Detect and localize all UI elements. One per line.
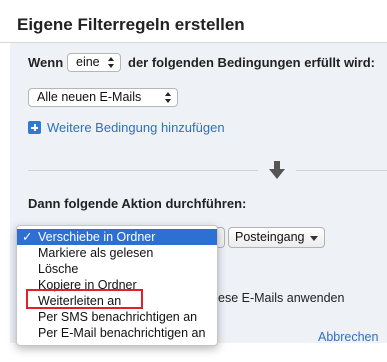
menu-item-email[interactable]: Per E-Mail benachrichtigen an [17,325,217,341]
message-select-value: Alle neuen E-Mails [37,90,142,104]
condition-prefix: Wenn [28,55,64,70]
separator-right [296,170,387,171]
separator-left [28,170,258,171]
menu-item-label: Markiere als gelesen [38,246,154,260]
stepper-icon [165,92,172,103]
folder-dropdown-value: Posteingang [235,230,305,244]
checkmark-icon: ✓ [22,230,33,244]
dialog-title: Eigene Filterregeln erstellen [17,15,245,34]
add-icon[interactable] [28,121,41,134]
menu-item-verschiebe[interactable]: ✓ Verschiebe in Ordner [17,229,217,245]
highlight-box [26,289,143,309]
apply-existing-text: ese E-Mails anwenden [218,291,345,305]
match-select-value: eine [76,55,100,69]
menu-item-sms[interactable]: Per SMS benachrichtigen an [17,309,217,325]
cancel-link[interactable]: Abbrechen [318,330,378,344]
action-heading: Dann folgende Aktion durchführen: [28,196,247,211]
menu-item-label: Lösche [38,262,79,276]
add-condition-link[interactable]: Weitere Bedingung hinzufügen [47,120,225,135]
message-select[interactable]: Alle neuen E-Mails [28,88,178,107]
stepper-icon [108,57,115,68]
chevron-down-icon [310,236,318,241]
action-menu: ✓ Verschiebe in Ordner Markiere als gele… [16,225,218,346]
menu-item-label: Verschiebe in Ordner [38,230,156,244]
condition-suffix: der folgenden Bedingungen erfüllt wird: [128,55,375,70]
match-select[interactable]: eine [67,53,121,72]
menu-item-markiere[interactable]: Markiere als gelesen [17,245,217,261]
menu-item-loesche[interactable]: Lösche [17,261,217,277]
menu-item-label: Per E-Mail benachrichtigen an [38,326,206,340]
arrow-down-icon [269,161,285,179]
menu-item-label: Per SMS benachrichtigen an [38,310,198,324]
folder-dropdown[interactable]: Posteingang [228,227,325,248]
